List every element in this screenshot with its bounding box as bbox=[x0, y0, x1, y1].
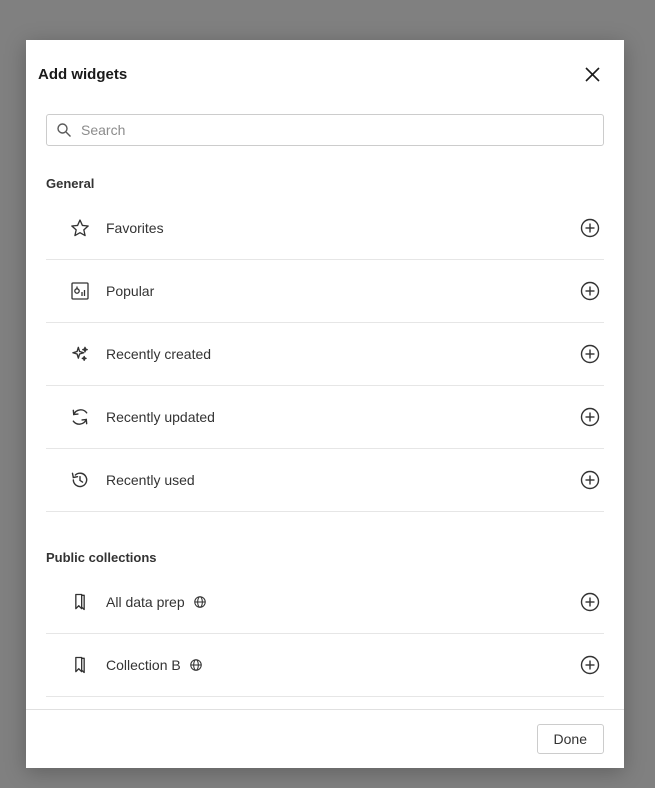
add-button[interactable] bbox=[580, 470, 600, 490]
plus-circle-icon bbox=[580, 655, 600, 675]
add-button[interactable] bbox=[580, 344, 600, 364]
refresh-icon bbox=[70, 407, 90, 427]
widget-label-text: Collection B bbox=[106, 657, 181, 673]
modal-body[interactable]: General Favorites bbox=[26, 96, 624, 709]
plus-circle-icon bbox=[580, 592, 600, 612]
popular-icon bbox=[70, 281, 90, 301]
section-heading-public-collections: Public collections bbox=[46, 550, 604, 565]
widget-row-recently-created: Recently created bbox=[46, 323, 604, 386]
add-button[interactable] bbox=[580, 655, 600, 675]
widget-row-collection-b: Collection B bbox=[46, 634, 604, 697]
widget-row-recently-updated: Recently updated bbox=[46, 386, 604, 449]
widget-row-recently-used: Recently used bbox=[46, 449, 604, 512]
modal-footer: Done bbox=[26, 709, 624, 768]
plus-circle-icon bbox=[580, 281, 600, 301]
star-icon bbox=[70, 218, 90, 238]
widget-label: Recently used bbox=[90, 472, 580, 488]
modal-header: Add widgets bbox=[26, 40, 624, 96]
search-input[interactable] bbox=[46, 114, 604, 146]
globe-icon bbox=[189, 658, 203, 672]
widget-row-popular: Popular bbox=[46, 260, 604, 323]
plus-circle-icon bbox=[580, 407, 600, 427]
plus-circle-icon bbox=[580, 218, 600, 238]
add-button[interactable] bbox=[580, 218, 600, 238]
add-button[interactable] bbox=[580, 407, 600, 427]
add-widgets-modal: Add widgets General bbox=[26, 40, 624, 768]
widget-label: All data prep bbox=[90, 594, 580, 610]
done-button[interactable]: Done bbox=[537, 724, 604, 754]
widget-row-favorites: Favorites bbox=[46, 197, 604, 260]
search-icon bbox=[56, 122, 72, 138]
widget-row-all-data-prep: All data prep bbox=[46, 571, 604, 634]
widget-label-text: All data prep bbox=[106, 594, 185, 610]
add-button[interactable] bbox=[580, 592, 600, 612]
widget-label: Collection B bbox=[90, 657, 580, 673]
widget-label: Recently created bbox=[90, 346, 580, 362]
widget-label: Favorites bbox=[90, 220, 580, 236]
widget-label: Popular bbox=[90, 283, 580, 299]
search-wrap bbox=[46, 114, 604, 146]
widget-label: Recently updated bbox=[90, 409, 580, 425]
history-icon bbox=[70, 470, 90, 490]
close-icon bbox=[585, 67, 600, 82]
sparkle-icon bbox=[70, 344, 90, 364]
bookmark-collection-icon bbox=[70, 592, 90, 612]
section-heading-general: General bbox=[46, 176, 604, 191]
add-button[interactable] bbox=[580, 281, 600, 301]
bookmark-collection-icon bbox=[70, 655, 90, 675]
close-button[interactable] bbox=[580, 62, 604, 86]
globe-icon bbox=[193, 595, 207, 609]
plus-circle-icon bbox=[580, 470, 600, 490]
plus-circle-icon bbox=[580, 344, 600, 364]
modal-title: Add widgets bbox=[38, 66, 127, 83]
